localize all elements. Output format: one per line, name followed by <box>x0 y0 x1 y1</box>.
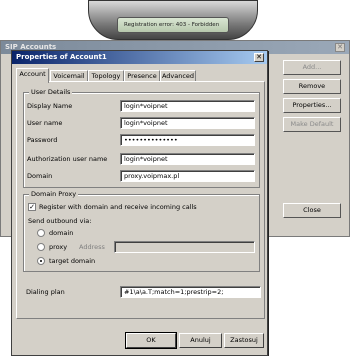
domain-proxy-group: Domain Proxy ✓ Register with domain and … <box>23 190 260 272</box>
tab-account[interactable]: Account <box>16 68 49 83</box>
dialog-title: Properties of Account1 ✕ <box>12 51 267 64</box>
domain-field[interactable]: proxy.voipmax.pl <box>120 170 255 182</box>
remove-button[interactable]: Remove <box>283 79 341 94</box>
user-details-legend: User Details <box>29 88 73 96</box>
radio-target-domain[interactable] <box>37 257 45 265</box>
make-default-button[interactable]: Make Default <box>283 117 341 132</box>
user-details-group: User Details Display Name login*voipnet … <box>23 88 260 188</box>
send-outbound-label: Send outbound via: <box>28 217 92 225</box>
dialog-title-text: Properties of Account1 <box>16 53 107 61</box>
softphone-device: Registration error: 403 - Forbidden <box>88 0 258 40</box>
user-name-field[interactable]: login*voipnet <box>120 117 255 129</box>
close-button[interactable]: Close <box>283 203 341 218</box>
address-label: Address <box>79 243 105 251</box>
ok-button[interactable]: OK <box>125 332 177 349</box>
cancel-button[interactable]: Anuluj <box>179 333 222 348</box>
radio-domain-label: domain <box>49 229 74 237</box>
radio-proxy[interactable] <box>37 243 45 251</box>
address-field[interactable] <box>114 241 255 253</box>
domain-label: Domain <box>27 172 53 180</box>
dialing-plan-field[interactable]: #1\a\a.T;match=1;prestrip=2; <box>120 286 261 298</box>
display-name-label: Display Name <box>27 102 73 110</box>
radio-target-domain-label: target domain <box>49 257 96 265</box>
phone-status-display: Registration error: 403 - Forbidden <box>117 17 229 33</box>
password-label: Password <box>27 136 58 144</box>
user-name-label: User name <box>27 119 63 127</box>
register-checkbox-label: Register with domain and receive incomin… <box>39 203 197 211</box>
register-checkbox[interactable]: ✓ <box>28 203 36 211</box>
auth-user-label: Authorization user name <box>27 155 108 163</box>
add-button[interactable]: Add... <box>283 60 341 75</box>
close-icon[interactable]: ✕ <box>254 53 264 62</box>
domain-proxy-legend: Domain Proxy <box>29 190 79 198</box>
sip-close-icon[interactable]: ✕ <box>335 43 345 52</box>
account-properties-dialog: Properties of Account1 ✕ Account Voicema… <box>11 50 268 356</box>
radio-domain[interactable] <box>37 229 45 237</box>
auth-user-field[interactable]: login*voipnet <box>120 153 255 165</box>
account-tab-panel: User Details Display Name login*voipnet … <box>16 81 265 319</box>
password-field[interactable]: •••••••••••••• <box>120 134 255 146</box>
dialing-plan-label: Dialing plan <box>26 288 65 296</box>
display-name-field[interactable]: login*voipnet <box>120 100 255 112</box>
radio-proxy-label: proxy <box>49 243 68 251</box>
properties-button[interactable]: Properties... <box>283 98 341 113</box>
apply-button[interactable]: Zastosuj <box>224 333 264 348</box>
